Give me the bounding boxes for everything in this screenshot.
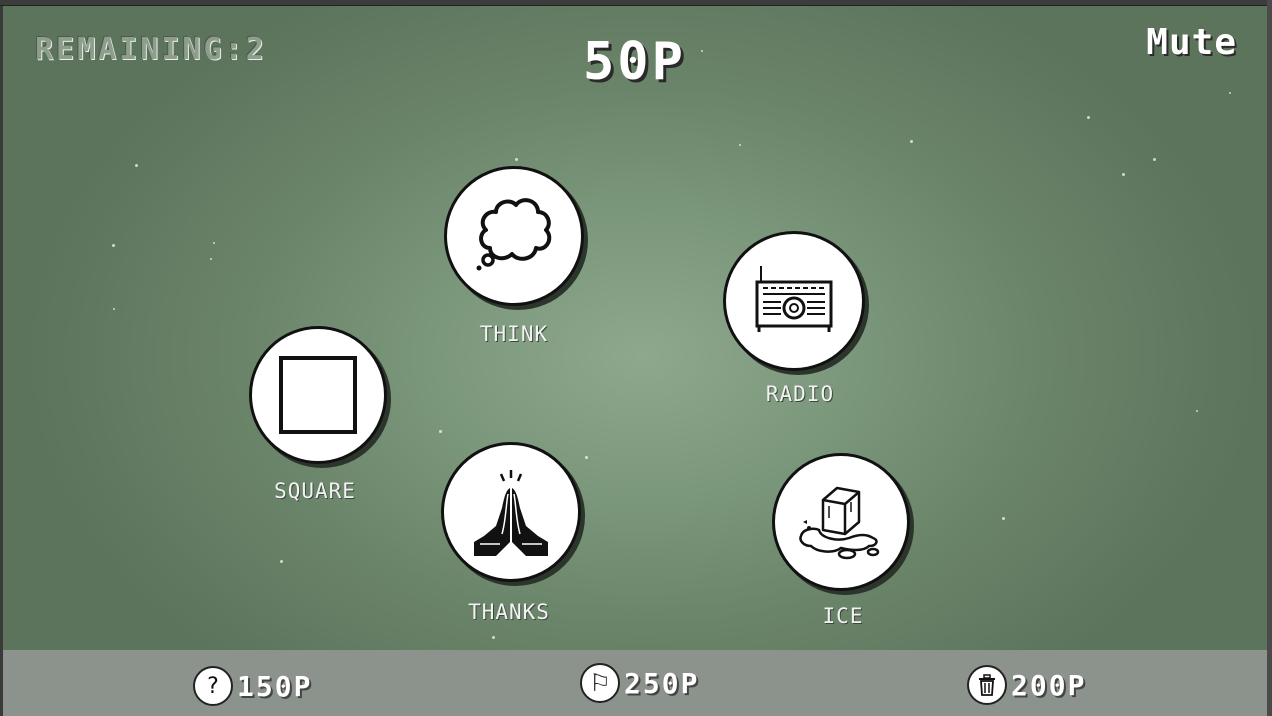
powerup-hint[interactable]: ? 150P [193,665,312,707]
star [701,50,703,52]
star [585,456,588,459]
game-screen: REMAINING:2 50P Mute THINK RADIO SQUARE … [0,0,1272,716]
token-label-ice: ICE [822,604,864,628]
powerup-hint-cost: 150P [237,669,313,703]
powerup-trash[interactable]: 200P [967,664,1086,706]
praying-hands-icon [474,470,548,556]
window-right-edge [1267,0,1272,716]
game-stage: REMAINING:2 50P Mute THINK RADIO SQUARE … [3,6,1267,650]
mute-button[interactable]: Mute [1146,22,1237,63]
star [113,308,115,310]
star [492,636,495,639]
token-thanks[interactable] [441,442,581,582]
star [1002,517,1005,520]
points-display: 50P [583,32,686,92]
token-label-square: SQUARE [274,479,356,503]
token-label-thanks: THANKS [468,600,550,624]
star [1196,410,1198,412]
star [135,164,138,167]
melting-ice-cube-icon [799,486,880,560]
star [280,560,283,563]
token-square[interactable] [249,326,387,464]
flag-icon: ⚐ [580,663,620,703]
radio-icon [755,266,833,332]
token-ice[interactable] [772,453,910,591]
token-think[interactable] [444,166,584,306]
remaining-counter: REMAINING:2 [35,32,267,67]
token-label-radio: RADIO [765,382,835,406]
token-label-think: THINK [479,322,549,346]
trash-icon [967,665,1007,705]
question-icon: ? [193,666,233,706]
star [213,242,215,244]
star [1153,158,1156,161]
star [439,430,442,433]
star [1229,92,1231,94]
star [210,258,212,260]
square-icon [279,356,357,434]
powerup-flag-cost: 250P [624,666,700,700]
powerup-trash-cost: 200P [1011,668,1087,702]
thought-bubble-icon [476,198,552,271]
powerup-flag[interactable]: ⚐ 250P [580,662,699,704]
powerup-bar: ? 150P ⚐ 250P 200P [3,650,1267,716]
star [910,140,913,143]
star [112,244,115,247]
star [1122,173,1125,176]
star [1087,116,1090,119]
star [739,144,741,146]
star [515,158,518,161]
token-radio[interactable] [723,231,865,371]
